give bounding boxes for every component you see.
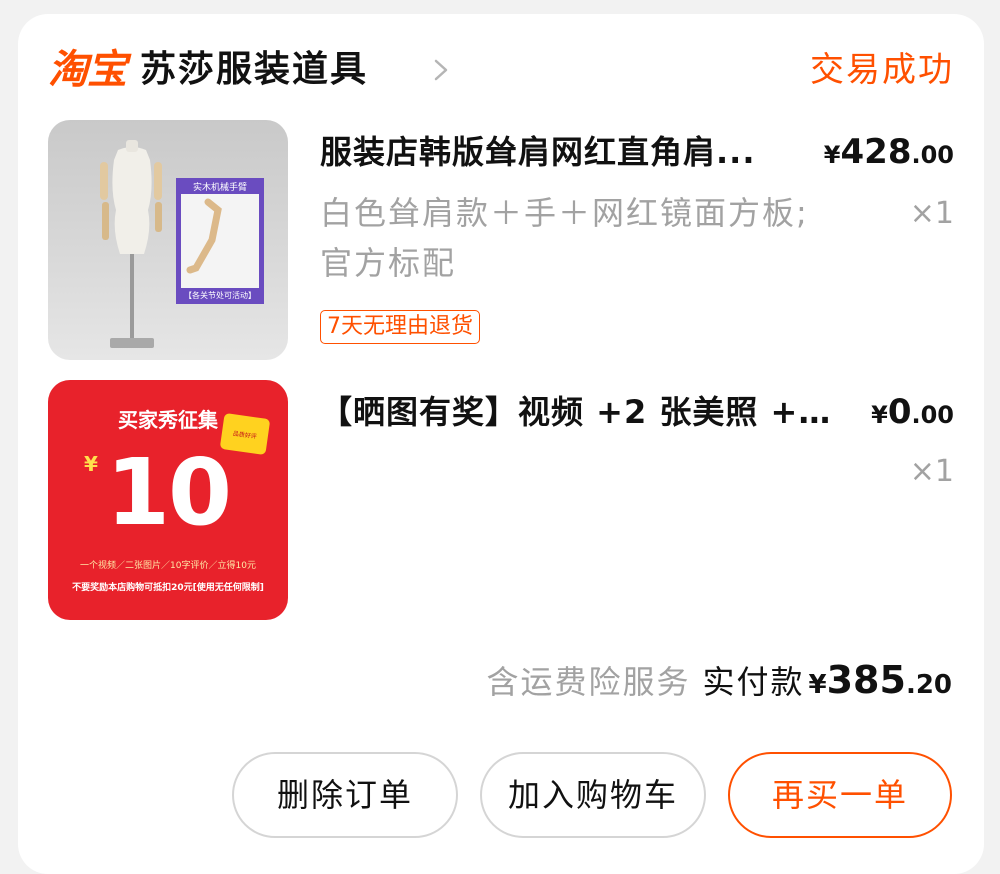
return-policy-badge: 7天无理由退货 [320, 310, 480, 344]
item-price: ¥0.00 [871, 390, 954, 440]
mannequin-illustration [100, 140, 264, 348]
add-to-cart-button[interactable]: 加入购物车 [480, 752, 706, 838]
product-image-mannequin[interactable]: 实木机械手臂 【各关节处可活动】 [48, 120, 288, 360]
order-status: 交易成功 [810, 50, 954, 90]
paid-amount-label: 实付款 [702, 663, 805, 701]
item-quantity: ×1 [909, 196, 954, 231]
item-quantity: ×1 [909, 454, 954, 489]
order-item[interactable]: 实木机械手臂 【各关节处可活动】 服装店韩版耸肩网红直角肩... ¥428.00… [48, 120, 954, 362]
taobao-logo: 淘宝 [48, 47, 127, 93]
image-label-top: 实木机械手臂 [192, 183, 247, 193]
item-title[interactable]: 【晒图有奖】视频 +2 张美照 +1... [320, 390, 840, 434]
chevron-right-icon[interactable] [432, 58, 450, 82]
shipping-insurance-label[interactable]: 含运费险服务 [486, 663, 690, 701]
red-envelope-icon: 品质好评 [219, 412, 271, 456]
item-price: ¥428.00 [824, 130, 954, 180]
price-symbol: ¥ [823, 141, 841, 169]
order-card: 淘宝 苏莎服装道具 交易成功 实木机械手臂 【各关节处可活动】 服装店韩版耸肩网… [18, 14, 984, 874]
shop-name[interactable]: 苏莎服装道具 [140, 42, 368, 98]
item-title[interactable]: 服装店韩版耸肩网红直角肩... [320, 130, 800, 174]
price-symbol: ¥ [871, 401, 888, 429]
order-header: 淘宝 苏莎服装道具 交易成功 [48, 42, 954, 98]
product-image-promo[interactable]: 买家秀征集 ¥ 10 品质好评 一个视频／二张图片／10字评价／立得10元 不要… [48, 380, 288, 620]
price-integer: 428 [840, 132, 912, 172]
total-decimal: .20 [905, 670, 952, 700]
total-symbol: ¥ [808, 670, 827, 700]
promo-amount: 10 [105, 439, 232, 546]
delete-order-button[interactable]: 删除订单 [232, 752, 458, 838]
order-summary: 含运费险服务 实付款 ¥385.20 [486, 654, 952, 714]
item-sku: 白色耸肩款＋手＋网红镜面方板;官方标配 [320, 194, 809, 282]
total-integer: 385 [826, 658, 906, 702]
buy-again-button[interactable]: 再买一单 [728, 752, 952, 838]
image-label-bottom: 【各关节处可活动】 [184, 291, 256, 300]
price-decimal: .00 [911, 141, 954, 169]
order-item[interactable]: 买家秀征集 ¥ 10 品质好评 一个视频／二张图片／10字评价／立得10元 不要… [48, 380, 954, 622]
price-decimal: .00 [911, 401, 954, 429]
promo-line-2: 不要奖励本店购物可抵扣20元[使用无任何限制] [72, 583, 264, 593]
promo-line-1: 一个视频／二张图片／10字评价／立得10元 [80, 561, 256, 571]
price-integer: 0 [887, 392, 912, 432]
